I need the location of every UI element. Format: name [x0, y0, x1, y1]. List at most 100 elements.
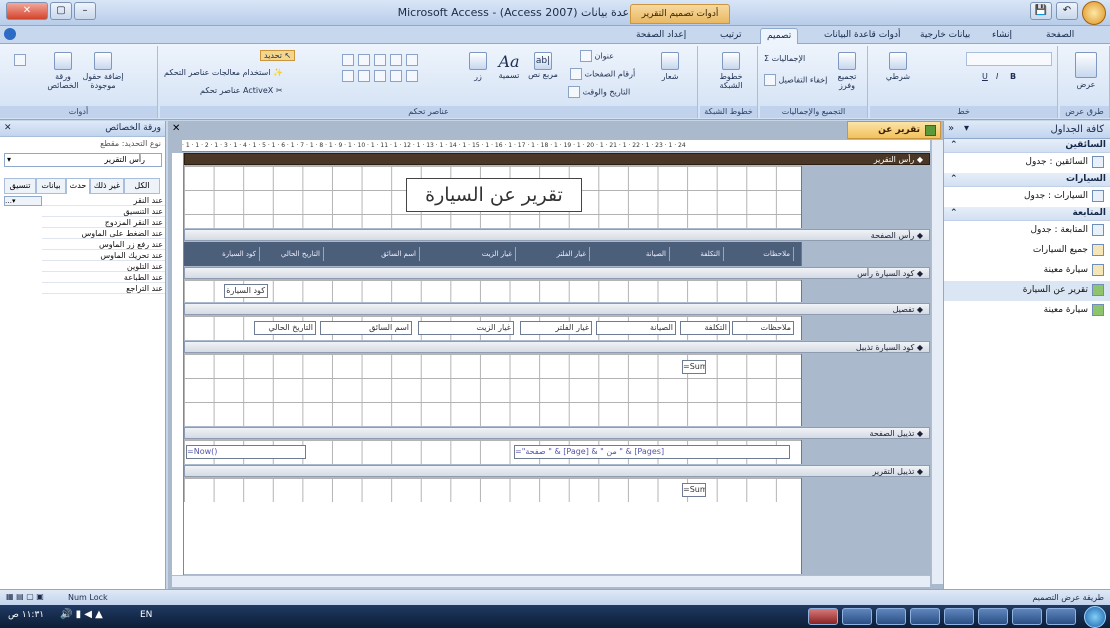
office-button[interactable]: [1082, 1, 1106, 25]
header-label[interactable]: التاريخ الحالي: [260, 247, 324, 261]
sum-field[interactable]: =Sum: [682, 360, 706, 374]
tab-event[interactable]: حدث: [66, 178, 90, 194]
tab-create[interactable]: إنشاء: [986, 28, 1018, 44]
tray-icons[interactable]: 🔊 ▮ ◀ ▲: [60, 609, 103, 620]
textbox-button[interactable]: ab| مربع نص: [528, 52, 558, 79]
tab-database-tools[interactable]: أدوات قاعدة البيانات: [818, 28, 907, 44]
language-indicator[interactable]: EN: [140, 610, 152, 620]
italic-button[interactable]: I: [996, 72, 998, 81]
band-detail[interactable]: تفصيل ◆: [184, 303, 930, 315]
collapse-pane-icon[interactable]: »: [948, 123, 954, 134]
prop-row[interactable]: عند الطباعة: [42, 273, 165, 283]
doc-tab[interactable]: تقرير عن السيارة: [847, 121, 941, 151]
use-wizards-button[interactable]: استخدام معالجات عناصر التحكم ✨: [164, 68, 283, 77]
header-label[interactable]: ملاحظات: [724, 247, 794, 261]
now-field[interactable]: =Now(): [186, 445, 306, 459]
header-label[interactable]: كود السيارة: [204, 247, 260, 261]
tab-external-data[interactable]: بيانات خارجية: [914, 28, 976, 44]
chrome-icon[interactable]: [944, 608, 974, 625]
nav-item[interactable]: سيارة معينة: [944, 301, 1110, 321]
property-sheet-button[interactable]: ورقة الخصائص: [46, 52, 80, 90]
tab-format[interactable]: تنسيق: [4, 178, 36, 194]
select-button[interactable]: تحديد ↖: [260, 50, 296, 61]
group-header-section[interactable]: كود السيارة: [184, 280, 802, 302]
group-sort-button[interactable]: تجميع وفرز: [830, 52, 864, 90]
detail-section[interactable]: ملاحظات التكلفة الصيانة غيار الفلتر غيار…: [184, 316, 802, 340]
chevron-down-icon[interactable]: ▾: [964, 123, 969, 134]
view-button[interactable]: عرض: [1072, 52, 1100, 89]
report-title-label[interactable]: تقرير عن السيارة: [406, 178, 582, 212]
page-number-field[interactable]: ="صفحة " & [Page] & " من " & [Pages]: [514, 445, 790, 459]
add-fields-button[interactable]: إضافة حقول موجودة: [80, 52, 126, 90]
nav-group-followup[interactable]: المتابعة ⌃: [944, 207, 1110, 221]
tab-design[interactable]: تصميم: [760, 28, 799, 44]
horizontal-scrollbar[interactable]: [172, 575, 930, 587]
car-code-label[interactable]: كود السيارة: [224, 284, 268, 298]
quick-save-icon[interactable]: 💾: [1030, 2, 1052, 20]
band-report-footer[interactable]: تذييل التقرير ◆: [184, 465, 930, 477]
button-button[interactable]: زر: [464, 52, 492, 81]
tab-order-icon[interactable]: [14, 54, 26, 66]
calc-icon[interactable]: [876, 608, 906, 625]
tab-all[interactable]: الكل: [124, 178, 160, 194]
nav-group-drivers[interactable]: السائقين ⌃: [944, 139, 1110, 153]
help-icon[interactable]: [4, 28, 16, 40]
selector-dropdown[interactable]: رأس التقرير ▾: [4, 153, 162, 167]
totals-button[interactable]: Σ الإجماليات: [764, 54, 805, 63]
skype-icon[interactable]: [910, 608, 940, 625]
detail-field[interactable]: غيار الفلتر: [520, 321, 592, 335]
paint-icon[interactable]: [842, 608, 872, 625]
sum-field[interactable]: =Sum: [682, 483, 706, 497]
title-button[interactable]: عنوان: [580, 50, 614, 62]
detail-field[interactable]: غيار الزيت: [418, 321, 514, 335]
report-footer-section[interactable]: =Sum: [184, 478, 802, 502]
clock[interactable]: ١١:٣١ ص: [8, 610, 44, 620]
prop-row[interactable]: عند التنسيق: [42, 207, 165, 217]
tab-home[interactable]: الصفحة الرئيسية: [1040, 28, 1110, 55]
media-icon[interactable]: [978, 608, 1008, 625]
underline-button[interactable]: U: [982, 72, 988, 81]
control-gallery[interactable]: [340, 52, 458, 92]
band-page-footer[interactable]: تذييل الصفحة ◆: [184, 427, 930, 439]
vertical-scrollbar[interactable]: [931, 140, 943, 584]
tab-data[interactable]: بيانات: [36, 178, 66, 194]
hide-details-button[interactable]: إخفاء التفاصيل: [764, 74, 827, 86]
band-page-header[interactable]: رأس الصفحة ◆: [184, 229, 930, 241]
band-group-footer[interactable]: كود السيارة تذييل ◆: [184, 341, 930, 353]
header-label[interactable]: غيار الزيت: [420, 247, 516, 261]
activex-button[interactable]: عناصر تحكم ActiveX ✂: [200, 86, 283, 95]
detail-field[interactable]: الصيانة: [596, 321, 676, 335]
detail-field[interactable]: ملاحظات: [732, 321, 794, 335]
tab-page-setup[interactable]: إعداد الصفحة: [630, 28, 692, 44]
page-footer-section[interactable]: =Now() ="صفحة " & [Page] & " من " & [Pag…: [184, 440, 802, 464]
nav-item[interactable]: المتابعة : جدول: [944, 221, 1110, 241]
report-header-section[interactable]: تقرير عن السيارة: [184, 166, 802, 228]
view-switcher-icons[interactable]: ▦ ▤ ▢ ▣: [6, 592, 44, 601]
detail-field[interactable]: التكلفة: [680, 321, 730, 335]
band-report-header[interactable]: رأس التقرير ◆: [184, 153, 930, 165]
page-numbers-button[interactable]: أرقام الصفحات: [570, 68, 635, 80]
access-icon[interactable]: [808, 608, 838, 625]
prop-row[interactable]: عند التراجع: [42, 284, 165, 294]
band-group-header[interactable]: كود السيارة رأس ◆: [184, 267, 930, 279]
prop-row[interactable]: عند رفع زر الماوس: [42, 240, 165, 250]
header-label[interactable]: الصيانة: [590, 247, 670, 261]
prop-row[interactable]: عند النقر المزدوج: [42, 218, 165, 228]
event-builder-button[interactable]: …▾: [4, 196, 42, 206]
conditional-button[interactable]: شرطي: [878, 52, 918, 81]
header-label[interactable]: التكلفة: [670, 247, 724, 261]
prop-row[interactable]: عند النقر: [42, 196, 165, 206]
detail-field[interactable]: التاريخ الحالي: [254, 321, 316, 335]
nav-item-selected[interactable]: تقرير عن السيارة: [944, 281, 1110, 301]
nav-header[interactable]: كافة الجداول » ▾: [944, 121, 1110, 139]
logo-button[interactable]: شعار: [650, 52, 690, 81]
prop-row[interactable]: عند التلوين: [42, 262, 165, 272]
close-pane-icon[interactable]: ✕: [4, 123, 12, 133]
detail-field[interactable]: اسم السائق: [320, 321, 412, 335]
page-header-section[interactable]: ملاحظات التكلفة الصيانة غيار الفلتر غيار…: [184, 242, 802, 266]
nav-item[interactable]: السيارات : جدول: [944, 187, 1110, 207]
prop-row[interactable]: عند تحريك الماوس: [42, 251, 165, 261]
nav-item[interactable]: السائقين : جدول: [944, 153, 1110, 173]
nav-item[interactable]: سيارة معينة: [944, 261, 1110, 281]
gridlines-button[interactable]: خطوط الشبكة: [714, 52, 748, 90]
